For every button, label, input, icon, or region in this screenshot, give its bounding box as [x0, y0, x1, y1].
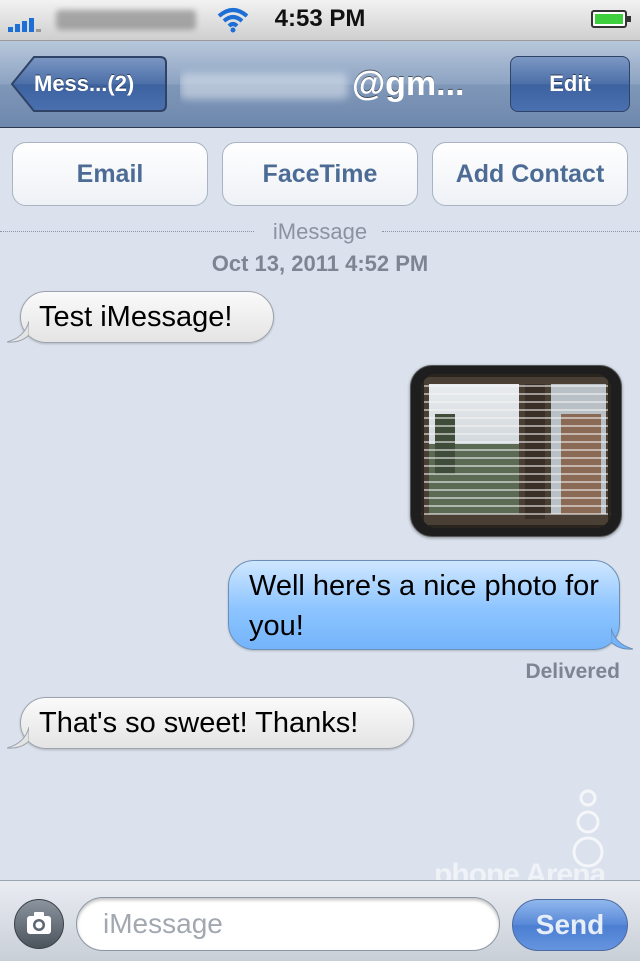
- separator-line-right: [382, 231, 640, 232]
- contact-actions: Email FaceTime Add Contact: [0, 142, 640, 206]
- bubble-tail: [611, 628, 633, 650]
- message-bubble-sent[interactable]: Well here's a nice photo for you!: [228, 560, 633, 650]
- photo-message-bubble[interactable]: [410, 365, 622, 537]
- back-button-label: Mess...(2): [34, 71, 135, 96]
- conversation-title: @gm...: [180, 55, 490, 113]
- message-timestamp: Oct 13, 2011 4:52 PM: [211, 251, 429, 276]
- window-blinds-photo[interactable]: [421, 374, 611, 528]
- edit-button[interactable]: Edit: [510, 56, 630, 112]
- message-input[interactable]: [76, 897, 500, 951]
- conversation-title-text: @gm...: [352, 65, 465, 103]
- compose-bar: Send: [0, 880, 640, 961]
- navigation-bar: Mess...(2) @gm... Edit: [0, 41, 640, 128]
- status-bar: 4:53 PM: [0, 0, 640, 41]
- delivered-status: Delivered: [525, 660, 620, 683]
- send-button[interactable]: Send: [512, 899, 628, 951]
- bubble-tail: [7, 727, 29, 749]
- message-text: Test iMessage!: [39, 301, 233, 333]
- camera-icon: [27, 912, 51, 934]
- facetime-button[interactable]: FaceTime: [222, 142, 418, 206]
- service-separator: iMessage: [0, 218, 640, 244]
- message-bubble-received[interactable]: That's so sweet! Thanks!: [7, 697, 414, 749]
- service-label: iMessage: [272, 219, 368, 244]
- message-bubble-received[interactable]: Test iMessage!: [7, 291, 274, 343]
- blurred-email-name: [180, 73, 348, 100]
- back-button[interactable]: Mess...(2): [10, 55, 168, 113]
- camera-button[interactable]: [14, 899, 64, 949]
- bubble-tail: [7, 321, 29, 343]
- photo-image: [421, 374, 611, 528]
- message-text: Well here's a nice photo for you!: [249, 570, 599, 642]
- add-contact-button[interactable]: Add Contact: [432, 142, 628, 206]
- message-text: That's so sweet! Thanks!: [39, 707, 359, 739]
- status-time: 4:53 PM: [274, 5, 366, 32]
- battery-icon: [591, 10, 631, 28]
- email-button[interactable]: Email: [12, 142, 208, 206]
